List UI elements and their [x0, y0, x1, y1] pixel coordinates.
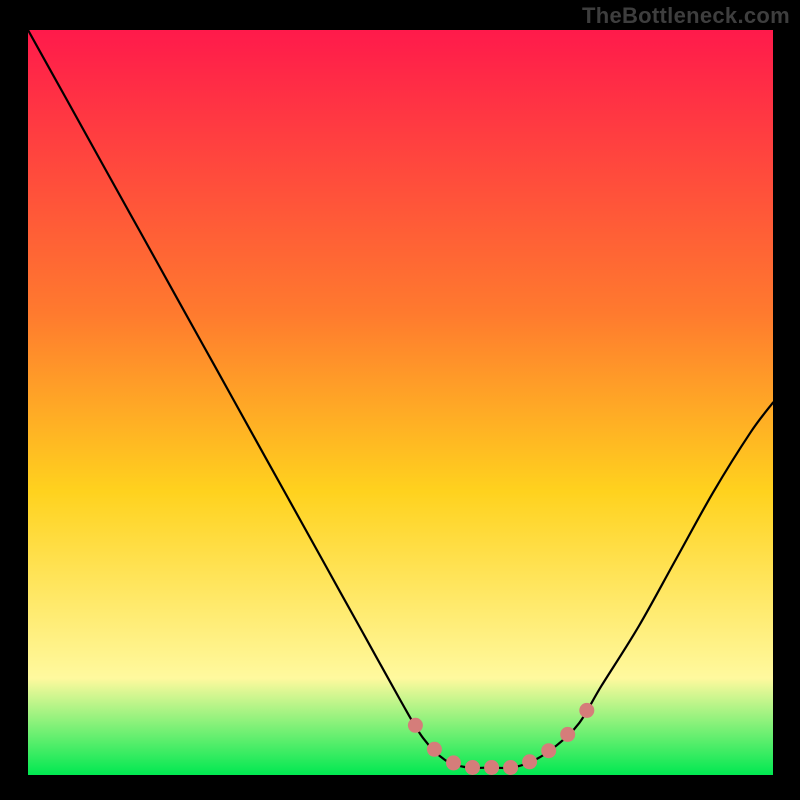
- trough-dot: [446, 755, 461, 770]
- trough-dot: [579, 703, 594, 718]
- trough-dot: [465, 760, 480, 775]
- trough-dot: [503, 760, 518, 775]
- trough-dot: [408, 718, 423, 733]
- watermark-text: TheBottleneck.com: [582, 3, 790, 29]
- trough-dot: [427, 742, 442, 757]
- trough-dot: [560, 727, 575, 742]
- chart-svg: [28, 30, 773, 775]
- trough-dot: [541, 743, 556, 758]
- gradient-bg: [28, 30, 773, 775]
- chart-plot: [28, 30, 773, 775]
- outer-frame: TheBottleneck.com: [0, 0, 800, 800]
- trough-dot: [522, 754, 537, 769]
- trough-dot: [484, 760, 499, 775]
